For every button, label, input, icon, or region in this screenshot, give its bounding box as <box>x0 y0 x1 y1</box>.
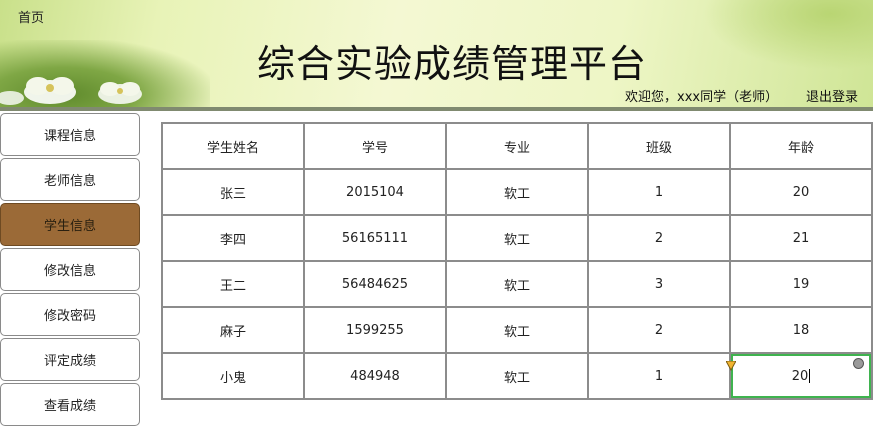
header-divider <box>0 107 873 111</box>
table-cell[interactable]: 1 <box>587 168 731 216</box>
page-title: 综合实验成绩管理平台 <box>257 42 648 86</box>
student-table: 学生姓名 学号 专业 班级 年龄 张三 2015104 软工 1 20 李四 5… <box>161 122 873 400</box>
header-banner: 首页 综合实验成绩管理平台 欢迎您，xxx同学（老师） 退出登录 <box>0 0 873 108</box>
table-cell[interactable]: 3 <box>587 260 731 308</box>
sidebar-item-change-password[interactable]: 修改密码 <box>0 293 140 336</box>
table-cell[interactable]: 张三 <box>161 168 305 216</box>
table-cell[interactable]: 软工 <box>445 260 589 308</box>
table-cell[interactable]: 软工 <box>445 214 589 262</box>
table-cell[interactable]: 王二 <box>161 260 305 308</box>
table-row: 小鬼 484948 软工 1 20 <box>161 352 873 400</box>
logout-link[interactable]: 退出登录 <box>806 86 858 105</box>
table-cell[interactable]: 20 <box>729 168 873 216</box>
table-cell[interactable]: 软工 <box>445 306 589 354</box>
table-header-row: 学生姓名 学号 专业 班级 年龄 <box>161 122 873 170</box>
table-cell[interactable]: 484948 <box>303 352 447 400</box>
table-cell[interactable]: 麻子 <box>161 306 305 354</box>
sidebar-item-student-info[interactable]: 学生信息 <box>0 203 140 246</box>
sidebar-item-teacher-info[interactable]: 老师信息 <box>0 158 140 201</box>
table-cell[interactable]: 2 <box>587 214 731 262</box>
table-cell[interactable]: 软工 <box>445 168 589 216</box>
table-cell[interactable]: 软工 <box>445 352 589 400</box>
table-cell[interactable]: 19 <box>729 260 873 308</box>
welcome-text: 欢迎您，xxx同学（老师） <box>625 90 779 105</box>
table-cell[interactable]: 小鬼 <box>161 352 305 400</box>
table-row: 李四 56165111 软工 2 21 <box>161 214 873 262</box>
resize-triangle-icon[interactable] <box>726 361 736 371</box>
column-header-class: 班级 <box>587 122 731 170</box>
column-header-student-id: 学号 <box>303 122 447 170</box>
table-cell[interactable]: 李四 <box>161 214 305 262</box>
table-cell[interactable]: 56165111 <box>303 214 447 262</box>
drag-handle-icon[interactable] <box>853 358 864 369</box>
table-cell[interactable]: 2015104 <box>303 168 447 216</box>
table-cell[interactable]: 1599255 <box>303 306 447 354</box>
home-link[interactable]: 首页 <box>18 7 44 26</box>
flower-decoration <box>0 77 142 105</box>
sidebar-item-grade-evaluation[interactable]: 评定成绩 <box>0 338 140 381</box>
table-row: 张三 2015104 软工 1 20 <box>161 168 873 216</box>
table-row: 麻子 1599255 软工 2 18 <box>161 306 873 354</box>
table-cell[interactable]: 56484625 <box>303 260 447 308</box>
text-caret <box>809 369 811 383</box>
table-cell[interactable]: 18 <box>729 306 873 354</box>
sidebar-item-course-info[interactable]: 课程信息 <box>0 113 140 156</box>
sidebar-item-edit-info[interactable]: 修改信息 <box>0 248 140 291</box>
editing-cell[interactable]: 20 <box>729 352 873 400</box>
column-header-age: 年龄 <box>729 122 873 170</box>
column-header-major: 专业 <box>445 122 589 170</box>
table-cell[interactable]: 21 <box>729 214 873 262</box>
table-cell[interactable]: 2 <box>587 306 731 354</box>
table-cell[interactable]: 1 <box>587 352 731 400</box>
table-row: 王二 56484625 软工 3 19 <box>161 260 873 308</box>
editing-cell-value: 20 <box>791 368 809 384</box>
sidebar-nav: 课程信息 老师信息 学生信息 修改信息 修改密码 评定成绩 查看成绩 <box>0 113 141 428</box>
header-decoration <box>703 0 873 70</box>
sidebar-item-view-grades[interactable]: 查看成绩 <box>0 383 140 426</box>
column-header-name: 学生姓名 <box>161 122 305 170</box>
